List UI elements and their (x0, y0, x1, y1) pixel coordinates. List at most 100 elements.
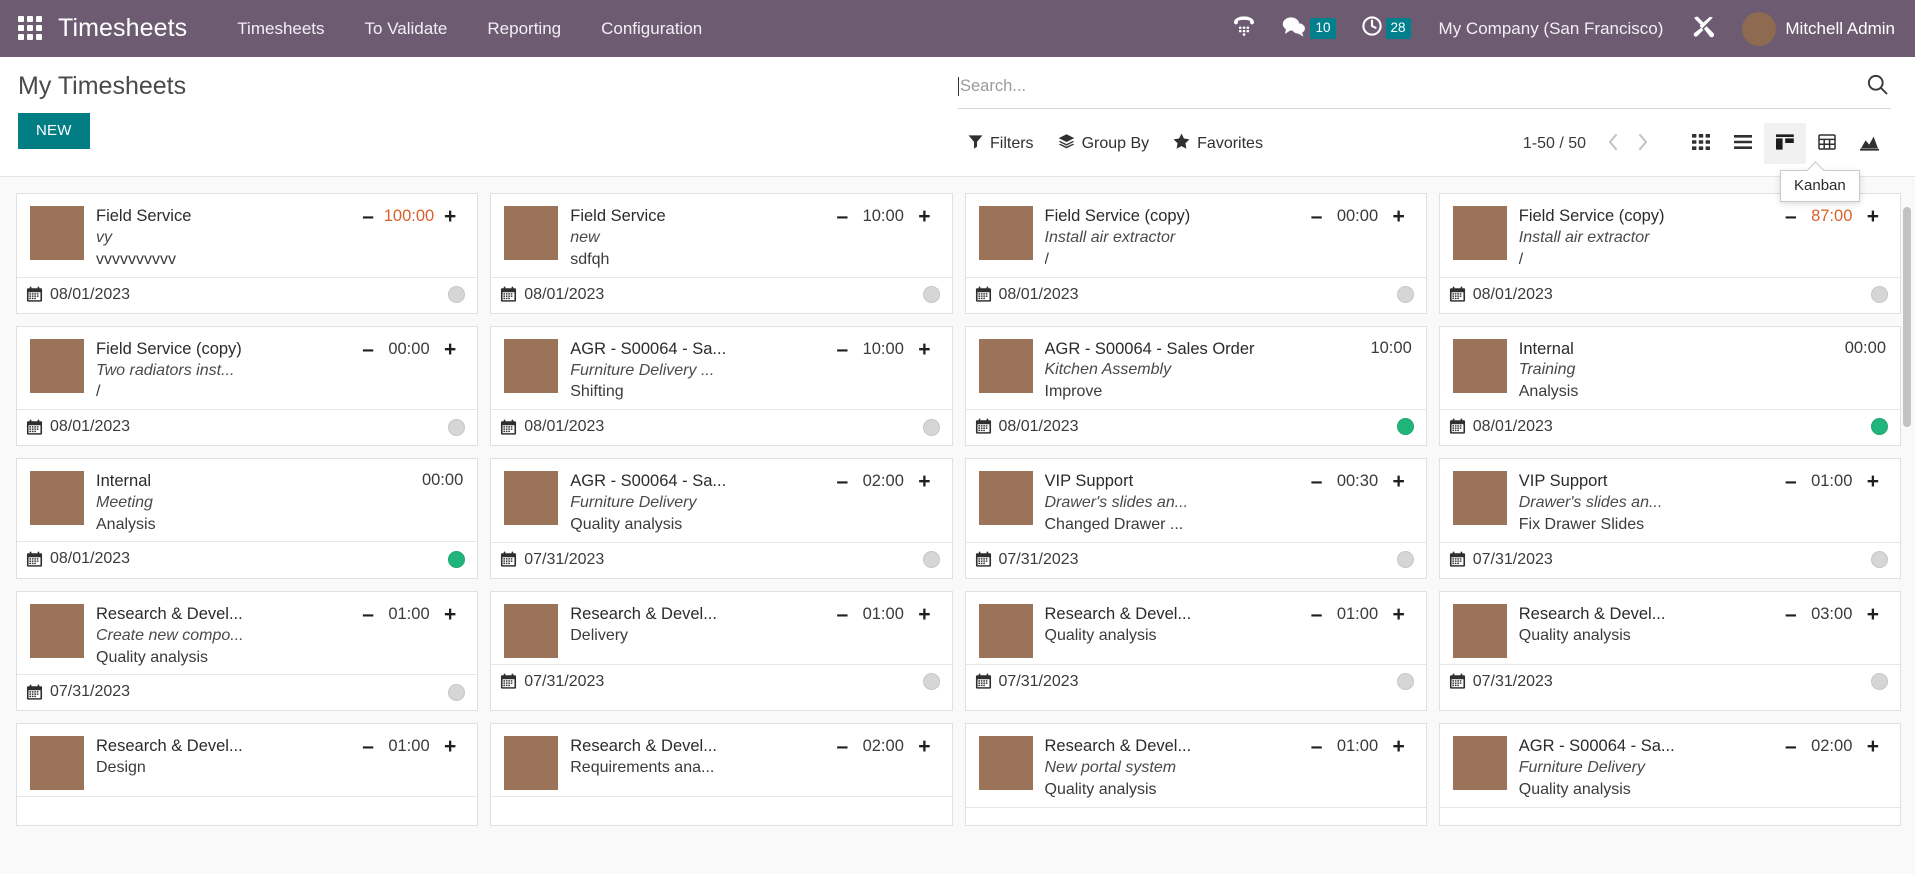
decrease-time-button[interactable]: – (1776, 206, 1806, 227)
validation-status-dot[interactable] (1396, 551, 1414, 569)
timesheet-card[interactable]: Research & Devel... –01:00 + Design (16, 723, 479, 826)
company-switcher[interactable]: My Company (San Francisco) (1423, 11, 1680, 47)
increase-time-button[interactable]: + (1858, 471, 1888, 492)
decrease-time-button[interactable]: – (1302, 206, 1332, 227)
decrease-time-button[interactable]: – (353, 736, 383, 757)
increase-time-button[interactable]: + (435, 339, 465, 360)
validation-status-dot[interactable] (1871, 418, 1888, 436)
decrease-time-button[interactable]: – (353, 206, 383, 227)
timesheet-card[interactable]: Internal 00:00 Training Analysis 08/01/2023 (1438, 325, 1901, 447)
menu-item-timesheets[interactable]: Timesheets (217, 11, 344, 47)
timesheet-card[interactable]: Field Service (copy) –00:00 + Install air e… (964, 193, 1427, 314)
increase-time-button[interactable]: + (1858, 736, 1888, 757)
app-brand[interactable]: Timesheets (58, 14, 187, 43)
view-button-list[interactable] (1722, 123, 1764, 164)
kanban-scrollbar-thumb[interactable] (1903, 207, 1911, 427)
timesheet-card[interactable]: Field Service –100:00 + vy vvvvvvvvvv 08/01/2… (16, 193, 479, 314)
increase-time-button[interactable]: + (909, 736, 939, 757)
decrease-time-button[interactable]: – (353, 604, 383, 625)
increase-time-button[interactable]: + (435, 206, 465, 227)
increase-time-button[interactable]: + (909, 206, 939, 227)
increase-time-button[interactable]: + (1383, 736, 1413, 757)
increase-time-button[interactable]: + (909, 604, 939, 625)
validation-status-dot[interactable] (448, 286, 466, 304)
pager-previous-button[interactable] (1600, 132, 1626, 155)
new-button[interactable]: NEW (18, 112, 90, 149)
increase-time-button[interactable]: + (909, 471, 939, 492)
menu-item-to-validate[interactable]: To Validate (345, 11, 468, 47)
view-button-kanban-grid[interactable] (1680, 123, 1722, 164)
developer-tools-button[interactable] (1679, 8, 1728, 50)
pager-next-button[interactable] (1630, 132, 1656, 155)
validation-status-dot[interactable] (448, 683, 466, 701)
timesheet-card[interactable]: Field Service (copy) –87:00 + Install air e… (1438, 193, 1901, 314)
decrease-time-button[interactable]: – (1776, 604, 1806, 625)
validation-status-dot[interactable] (1871, 673, 1888, 691)
timesheet-card[interactable]: AGR - S00064 - Sa... –02:00 + Furniture Del… (1438, 723, 1901, 826)
pager-count: 1-50 / 50 (1522, 134, 1586, 152)
search-input[interactable] (960, 76, 1854, 96)
decrease-time-button[interactable]: – (1302, 471, 1332, 492)
search-bar[interactable] (958, 67, 1891, 109)
activities-button[interactable]: 28 (1348, 8, 1423, 49)
increase-time-button[interactable]: + (1383, 604, 1413, 625)
view-button-pivot[interactable] (1806, 123, 1848, 164)
timesheet-card[interactable]: Research & Devel... –01:00 + Quality analys… (964, 590, 1427, 712)
timesheet-card[interactable]: AGR - S00064 - Sales Order 10:00 Kitchen A… (964, 325, 1427, 447)
group-by-button[interactable]: Group By (1048, 131, 1164, 156)
search-button[interactable] (1854, 73, 1891, 99)
increase-time-button[interactable]: + (1858, 206, 1888, 227)
validation-status-dot[interactable] (1396, 286, 1414, 304)
validation-status-dot[interactable] (448, 550, 466, 568)
timesheet-card[interactable]: AGR - S00064 - Sa... –10:00 + Furniture Del… (490, 325, 953, 447)
validation-status-dot[interactable] (922, 286, 940, 304)
decrease-time-button[interactable]: – (353, 339, 383, 360)
increase-time-button[interactable]: + (435, 736, 465, 757)
timesheet-card[interactable]: Research & Devel... –01:00 + Create new com… (16, 590, 479, 712)
messages-button[interactable]: 10 (1269, 9, 1347, 48)
increase-time-button[interactable]: + (1858, 604, 1888, 625)
timesheet-card[interactable]: AGR - S00064 - Sa... –02:00 + Furniture Del… (490, 458, 953, 579)
validation-status-dot[interactable] (1871, 286, 1888, 304)
filters-button[interactable]: Filters (958, 132, 1048, 156)
decrease-time-button[interactable]: – (1776, 471, 1806, 492)
decrease-time-button[interactable]: – (828, 736, 858, 757)
user-menu[interactable]: Mitchell Admin (1728, 8, 1897, 50)
menu-item-configuration[interactable]: Configuration (581, 11, 722, 47)
decrease-time-button[interactable]: – (828, 604, 858, 625)
decrease-time-button[interactable]: – (1776, 736, 1806, 757)
validation-status-dot[interactable] (1871, 551, 1888, 569)
increase-time-button[interactable]: + (909, 339, 939, 360)
kanban-scrollbar[interactable] (1902, 177, 1913, 862)
timesheet-card[interactable]: Research & Devel... –01:00 + New portal sys… (964, 723, 1427, 826)
decrease-time-button[interactable]: – (1302, 604, 1332, 625)
validation-status-dot[interactable] (922, 418, 940, 436)
increase-time-button[interactable]: + (435, 604, 465, 625)
timesheet-card[interactable]: Field Service –10:00 + new sdfqh 08/01/2023 (490, 193, 953, 314)
validation-status-dot[interactable] (448, 418, 466, 436)
grid-dots-icon (1691, 132, 1711, 155)
favorites-button[interactable]: Favorites (1163, 131, 1277, 156)
timesheet-card[interactable]: Research & Devel... –01:00 + Delivery 07/31/… (490, 590, 953, 712)
increase-time-button[interactable]: + (1383, 471, 1413, 492)
timesheet-card[interactable]: Research & Devel... –03:00 + Quality analys… (1438, 590, 1901, 712)
timesheet-card[interactable]: Field Service (copy) –00:00 + Two radiators… (16, 325, 479, 447)
timesheet-card[interactable]: VIP Support –00:30 + Drawer's slides an... C… (964, 458, 1427, 579)
validation-status-dot[interactable] (1396, 673, 1414, 691)
timesheet-card[interactable]: Internal 00:00 Meeting Analysis 08/01/2023 (16, 458, 479, 579)
decrease-time-button[interactable]: – (828, 471, 858, 492)
timesheet-card[interactable]: Research & Devel... –02:00 + Requirements a… (490, 723, 953, 826)
increase-time-button[interactable]: + (1383, 206, 1413, 227)
apps-grid-icon[interactable] (18, 15, 44, 42)
decrease-time-button[interactable]: – (828, 206, 858, 227)
view-button-graph[interactable] (1848, 123, 1891, 164)
timesheet-card[interactable]: VIP Support –01:00 + Drawer's slides an... F… (1438, 458, 1901, 579)
validation-status-dot[interactable] (922, 673, 940, 691)
validation-status-dot[interactable] (1396, 418, 1414, 436)
decrease-time-button[interactable]: – (1302, 736, 1332, 757)
decrease-time-button[interactable]: – (828, 339, 858, 360)
menu-item-reporting[interactable]: Reporting (467, 11, 581, 47)
validation-status-dot[interactable] (922, 551, 940, 569)
view-button-kanban[interactable] (1764, 123, 1806, 164)
phone-dialpad-button[interactable] (1219, 8, 1269, 49)
